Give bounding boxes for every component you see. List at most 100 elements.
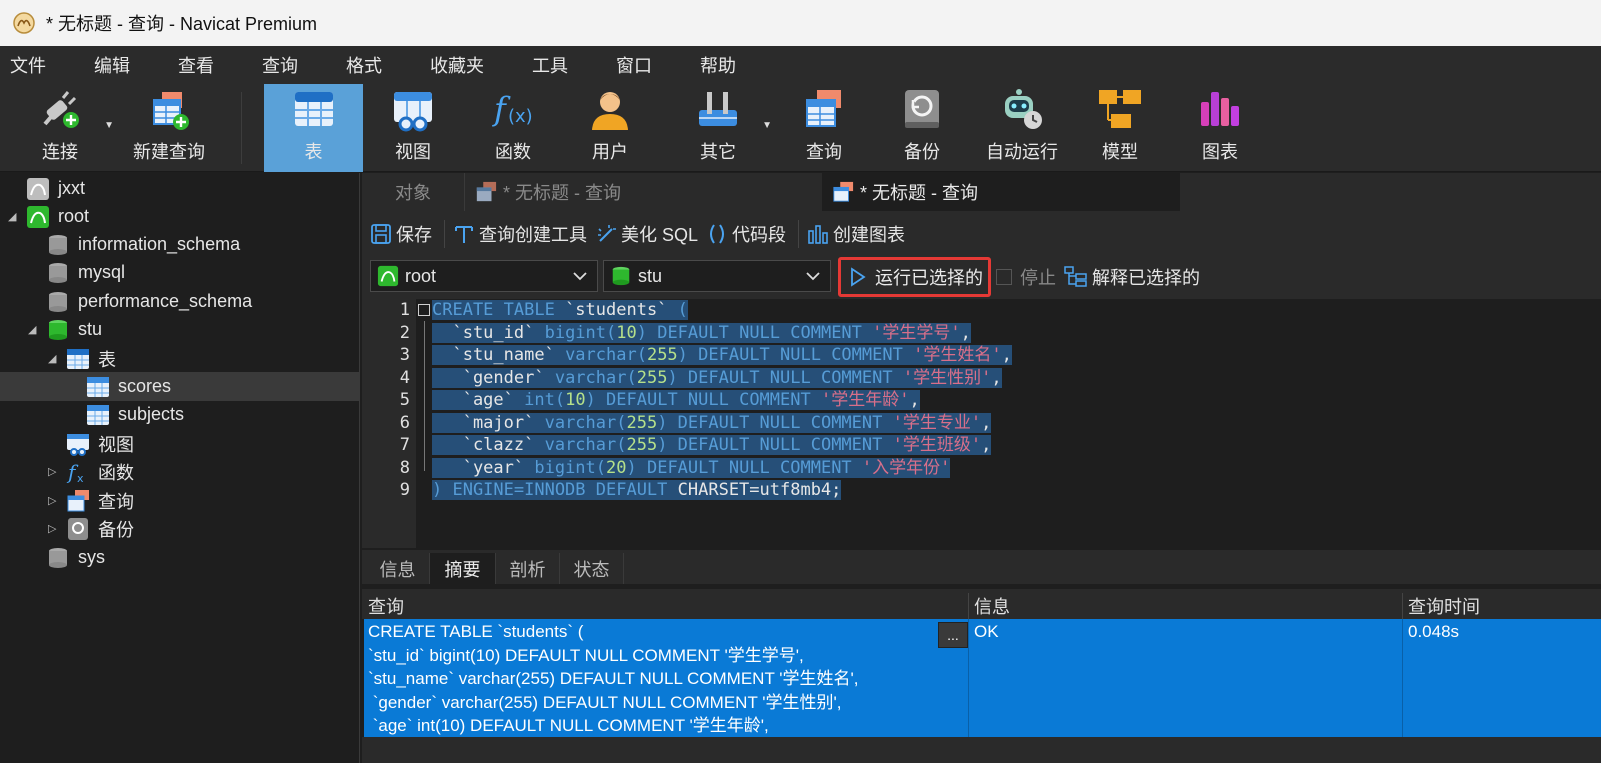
sql-editor[interactable]: 123456789 CREATE TABLE `students` ( `stu… bbox=[362, 299, 1601, 548]
menu-edit[interactable]: 编辑 bbox=[84, 52, 154, 78]
tab-objects[interactable]: 对象 bbox=[362, 173, 464, 211]
backup-button[interactable]: 备份 bbox=[882, 84, 962, 172]
code-snippet-button[interactable]: 代码段 bbox=[706, 221, 786, 247]
code-line[interactable]: `year` bigint(20) DEFAULT NULL COMMENT '… bbox=[432, 457, 951, 480]
tree-label: scores bbox=[118, 376, 172, 396]
tab-summary[interactable]: 摘要 bbox=[430, 553, 496, 584]
tree-connection-root[interactable]: ◢ root bbox=[8, 202, 89, 231]
create-chart-button[interactable]: 创建图表 bbox=[807, 221, 905, 247]
code-line[interactable]: ) ENGINE=INNODB DEFAULT CHARSET=utf8mb4; bbox=[432, 479, 842, 502]
expanded-arrow-icon[interactable]: ◢ bbox=[8, 210, 16, 223]
code-line[interactable]: `stu_id` bigint(10) DEFAULT NULL COMMENT… bbox=[432, 322, 971, 345]
tree-folder-backups[interactable]: ▷ 备份 bbox=[48, 514, 134, 543]
tab-query-1[interactable]: * 无标题 - 查询 bbox=[464, 173, 822, 211]
expand-query-button[interactable]: ... bbox=[938, 622, 968, 648]
code-line[interactable]: `gender` varchar(255) DEFAULT NULL COMME… bbox=[432, 367, 1002, 390]
code-token: ) ENGINE=INNODB DEFAULT bbox=[432, 480, 678, 500]
table-row[interactable]: CREATE TABLE `students` ( `stu_id` bigin… bbox=[364, 619, 1601, 737]
menu-view[interactable]: 查看 bbox=[168, 52, 238, 78]
tree-label: 视图 bbox=[98, 434, 134, 455]
code-token: varchar( bbox=[565, 345, 647, 365]
tree-db-performance-schema[interactable]: performance_schema bbox=[46, 287, 252, 316]
tree-db-information-schema[interactable]: information_schema bbox=[46, 230, 240, 259]
tab-query-2[interactable]: * 无标题 - 查询 bbox=[822, 173, 1180, 211]
connect-dropdown-icon[interactable]: ▼ bbox=[104, 120, 114, 131]
tree-db-mysql[interactable]: mysql bbox=[46, 258, 125, 287]
column-header-query[interactable]: 查询 bbox=[368, 593, 404, 619]
selection-highlight: `major` varchar(255) DEFAULT NULL COMMEN… bbox=[432, 412, 992, 433]
tree-folder-views[interactable]: 视图 bbox=[66, 429, 134, 458]
line-number: 4 bbox=[399, 367, 410, 388]
query-line: CREATE TABLE `students` ( bbox=[368, 622, 584, 641]
stop-button[interactable]: 停止 bbox=[996, 264, 1056, 290]
code-token: , bbox=[981, 412, 992, 433]
code-token: '学生姓名' bbox=[913, 345, 1002, 365]
user-label: 用户 bbox=[592, 142, 628, 162]
query-button[interactable]: 查询 bbox=[784, 84, 864, 172]
tree-db-sys[interactable]: sys bbox=[46, 543, 105, 572]
tab-status[interactable]: 状态 bbox=[560, 553, 624, 584]
new-query-button[interactable]: 新建查询 bbox=[124, 84, 214, 172]
code-token: 255 bbox=[646, 345, 678, 365]
code-line[interactable]: `clazz` varchar(255) DEFAULT NULL COMMEN… bbox=[432, 434, 992, 457]
menu-query[interactable]: 查询 bbox=[252, 52, 322, 78]
menu-help[interactable]: 帮助 bbox=[690, 52, 760, 78]
tree-table-subjects[interactable]: subjects bbox=[86, 400, 184, 429]
document-tabs: 对象 * 无标题 - 查询 * 无标题 - 查询 bbox=[362, 173, 1601, 211]
tree-folder-queries[interactable]: ▷ 查询 bbox=[48, 486, 134, 515]
user-button[interactable]: 用户 bbox=[570, 84, 650, 172]
save-button[interactable]: 保存 bbox=[370, 221, 432, 247]
collapsed-arrow-icon[interactable]: ▷ bbox=[48, 522, 56, 535]
explain-selected-button[interactable]: 解释已选择的 bbox=[1064, 264, 1200, 290]
menu-window[interactable]: 窗口 bbox=[606, 52, 676, 78]
view-button[interactable]: 视图 bbox=[373, 84, 453, 172]
code-line[interactable]: `major` varchar(255) DEFAULT NULL COMMEN… bbox=[432, 412, 992, 435]
collapsed-arrow-icon[interactable]: ▷ bbox=[48, 494, 56, 507]
query-line: `stu_name` varchar(255) DEFAULT NULL COM… bbox=[368, 669, 859, 688]
backup-label: 备份 bbox=[904, 142, 940, 162]
table-button[interactable]: 表 bbox=[264, 84, 363, 172]
collapsed-arrow-icon[interactable]: ▷ bbox=[48, 465, 56, 478]
menu-favorites[interactable]: 收藏夹 bbox=[420, 52, 508, 78]
beautify-sql-button[interactable]: 美化 SQL bbox=[595, 221, 698, 247]
connection-select[interactable]: root bbox=[370, 260, 598, 292]
tree-table-scores[interactable]: scores bbox=[0, 372, 360, 401]
code-token: ) DEFAULT NULL COMMENT bbox=[585, 390, 821, 410]
tab-info[interactable]: 信息 bbox=[366, 553, 430, 584]
tree-folder-functions[interactable]: ▷ fx 函数 bbox=[48, 457, 134, 486]
chart-button[interactable]: 图表 bbox=[1180, 84, 1260, 172]
fold-toggle-icon[interactable] bbox=[418, 304, 430, 316]
column-header-info[interactable]: 信息 bbox=[974, 593, 1010, 619]
column-header-time[interactable]: 查询时间 bbox=[1408, 593, 1480, 619]
play-icon bbox=[851, 267, 866, 287]
tree-connection-jxxt[interactable]: jxxt bbox=[26, 174, 85, 203]
tree-db-stu[interactable]: ◢ stu bbox=[28, 315, 102, 344]
code-token: '学生学号' bbox=[872, 322, 961, 343]
title-bar: * 无标题 - 查询 - Navicat Premium bbox=[0, 0, 1601, 46]
connection-value: root bbox=[405, 265, 437, 286]
query-builder-button[interactable]: 查询创建工具 bbox=[453, 221, 587, 247]
connect-button[interactable]: 连接 ▼ bbox=[20, 84, 114, 172]
code-token: `stu_id` bbox=[432, 322, 545, 343]
code-line[interactable]: `age` int(10) DEFAULT NULL COMMENT '学生年龄… bbox=[432, 389, 920, 412]
other-button[interactable]: 其它 ▼ bbox=[678, 84, 772, 172]
menu-tools[interactable]: 工具 bbox=[522, 52, 592, 78]
automation-button[interactable]: 自动运行 bbox=[982, 84, 1062, 172]
expanded-arrow-icon[interactable]: ◢ bbox=[48, 352, 56, 365]
database-select[interactable]: stu bbox=[603, 260, 831, 292]
run-selected-button[interactable]: 运行已选择的 bbox=[838, 257, 991, 297]
backup-icon bbox=[899, 86, 945, 132]
tree-folder-tables[interactable]: ◢ 表 bbox=[48, 344, 116, 373]
function-icon: fx bbox=[66, 460, 90, 484]
code-line[interactable]: CREATE TABLE `students` ( bbox=[432, 299, 688, 322]
model-button[interactable]: 模型 bbox=[1080, 84, 1160, 172]
menu-file[interactable]: 文件 bbox=[0, 52, 70, 78]
function-button[interactable]: f (x) 函数 bbox=[473, 84, 553, 172]
scrollbar-track[interactable] bbox=[362, 737, 1601, 763]
code-line[interactable]: `stu_name` varchar(255) DEFAULT NULL COM… bbox=[432, 344, 1012, 367]
menu-format[interactable]: 格式 bbox=[336, 52, 406, 78]
tab-profile[interactable]: 剖析 bbox=[496, 553, 560, 584]
other-dropdown-icon[interactable]: ▼ bbox=[762, 120, 772, 131]
table-icon bbox=[86, 375, 110, 399]
expanded-arrow-icon[interactable]: ◢ bbox=[28, 323, 36, 336]
